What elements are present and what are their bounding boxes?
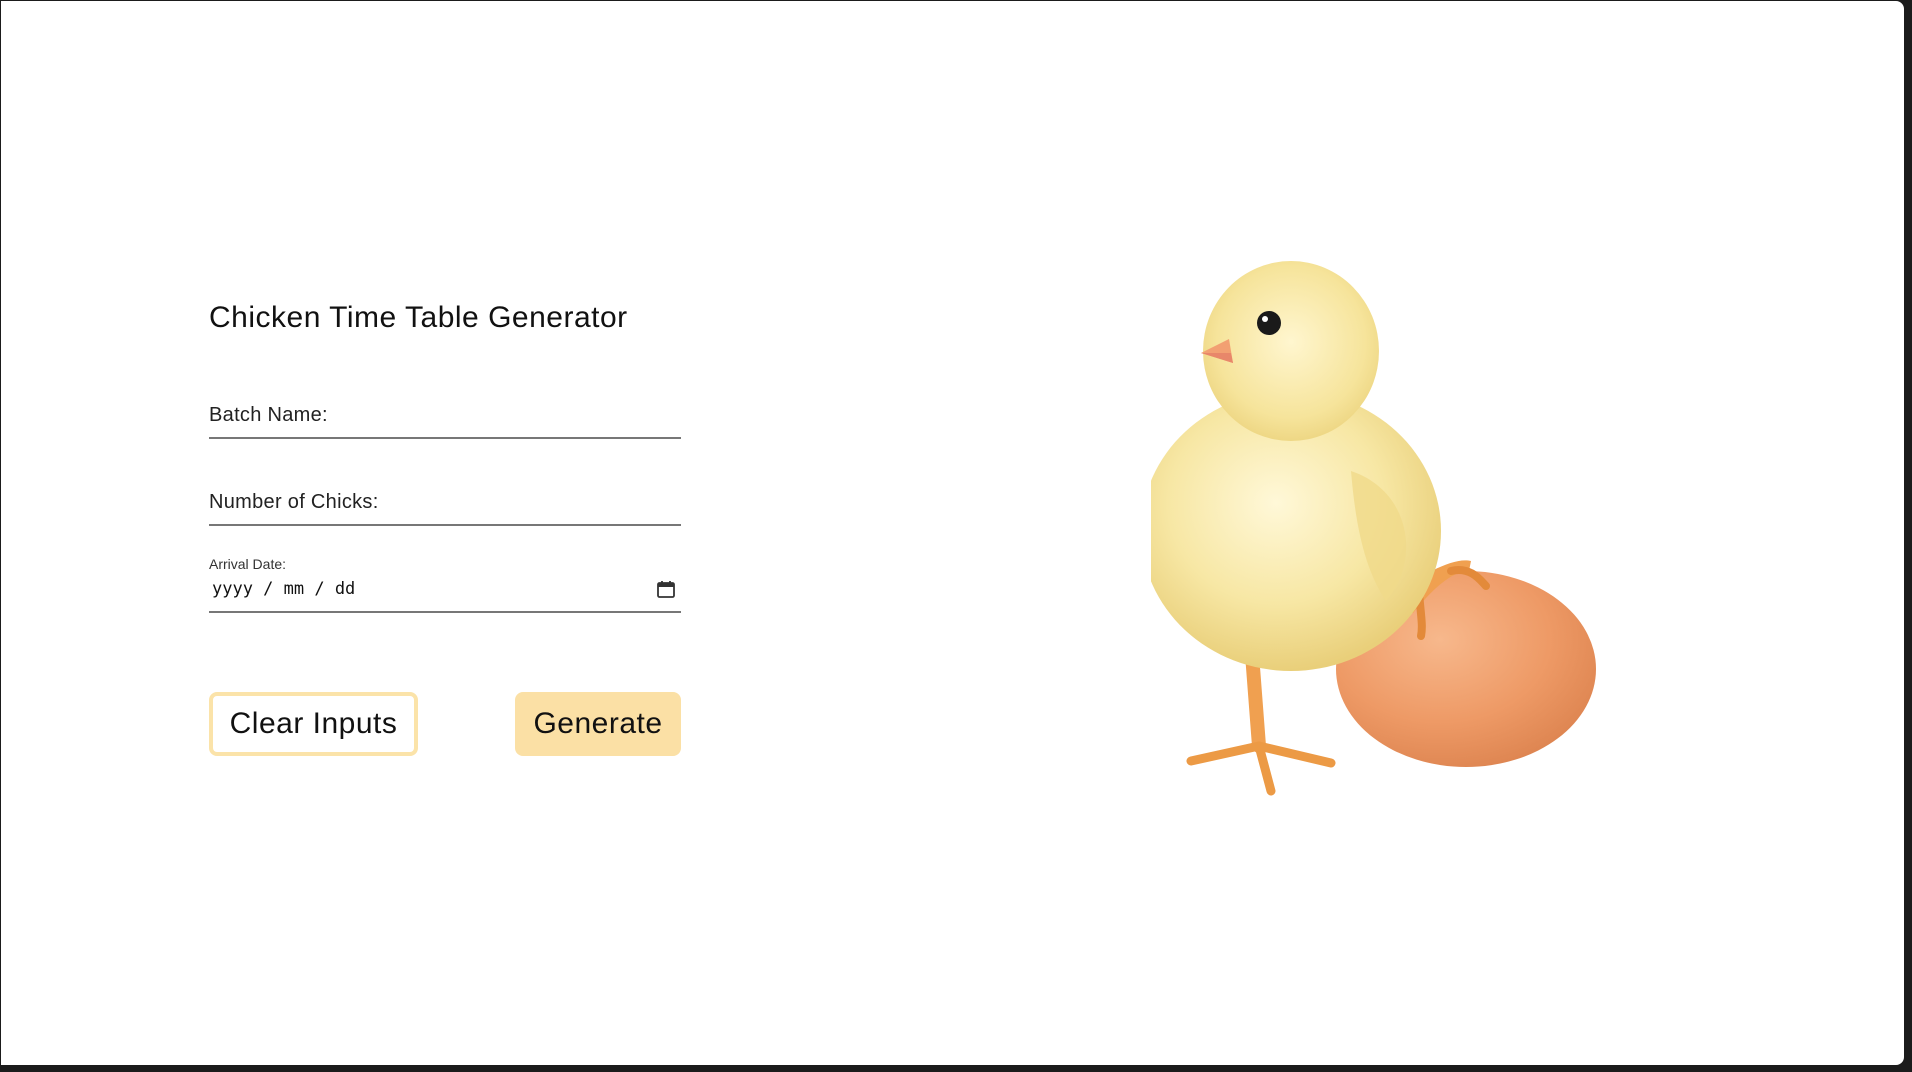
batch-name-label: Batch Name: <box>209 404 328 426</box>
number-of-chicks-field[interactable]: Number of Chicks: <box>209 488 681 526</box>
generator-form: Chicken Time Table Generator Batch Name:… <box>209 301 681 756</box>
number-of-chicks-label: Number of Chicks: <box>209 491 379 513</box>
clear-inputs-button[interactable]: Clear Inputs <box>209 692 418 756</box>
page-title: Chicken Time Table Generator <box>209 301 628 334</box>
batch-name-field[interactable]: Batch Name: <box>209 401 681 439</box>
app-page: Chicken Time Table Generator Batch Name:… <box>1 1 1904 1065</box>
arrival-date-input[interactable]: yyyy / mm / dd <box>212 579 355 599</box>
generate-button[interactable]: Generate <box>515 692 681 756</box>
arrival-date-field[interactable]: Arrival Date: yyyy / mm / dd <box>209 556 681 613</box>
chick-and-egg-image <box>1151 261 1596 796</box>
arrival-date-label: Arrival Date: <box>209 556 287 572</box>
calendar-icon[interactable] <box>656 579 676 599</box>
